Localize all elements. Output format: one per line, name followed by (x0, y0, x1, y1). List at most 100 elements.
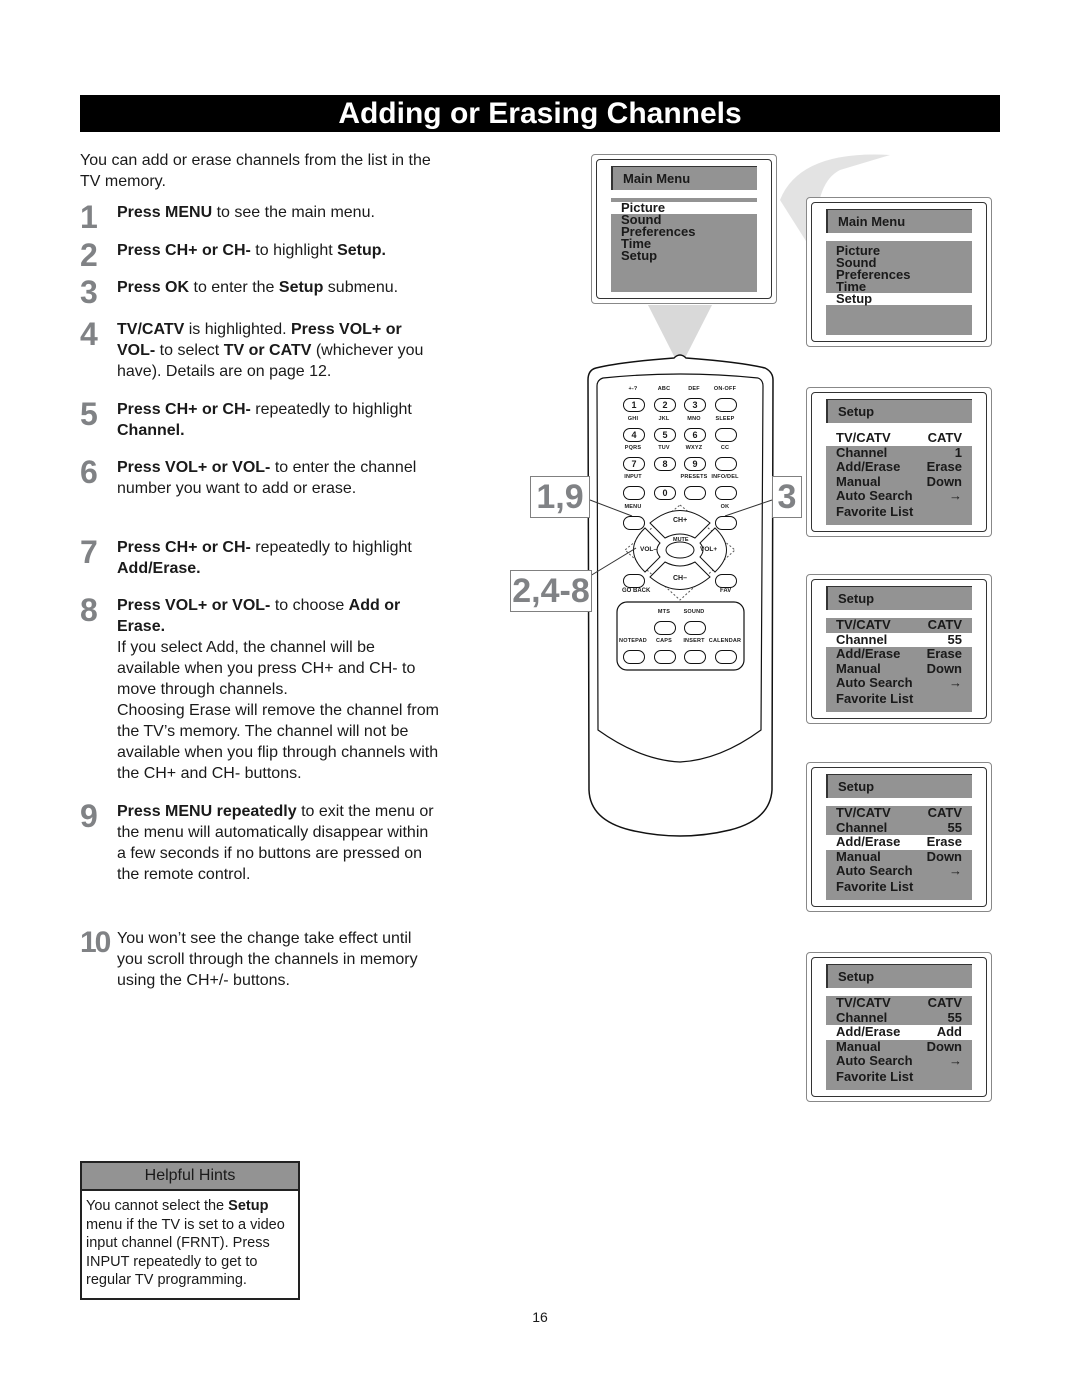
menu-item[interactable]: TV/CATV CATV (826, 995, 972, 1011)
tv-menu-screen: Main Menu Picture Sound Preferences Time Setu… (806, 197, 992, 347)
menu-item-value: Erase (926, 459, 962, 474)
go-back-button[interactable] (623, 574, 645, 588)
menu-item[interactable]: TV/CATV CATV (826, 805, 972, 821)
keypad-button[interactable] (715, 428, 737, 442)
keypad-button[interactable]: 7 (623, 457, 645, 471)
keypad-button[interactable]: 3 (684, 398, 706, 412)
menu-item-value: Down (926, 660, 962, 676)
function-button[interactable] (684, 650, 706, 664)
tv-menu-screen: Setup TV/CATV CATV Channel 55 Add/Erase Erase M… (806, 574, 992, 724)
menu-item-value: Add (936, 1024, 962, 1039)
function-button[interactable] (715, 650, 737, 664)
menu-item[interactable]: Channel 55 (826, 819, 972, 836)
button-caption: ON-OFF (713, 386, 737, 392)
menu-item[interactable]: Add/Erase Erase (826, 834, 972, 850)
keypad-button[interactable] (715, 398, 737, 412)
keypad-button[interactable] (715, 457, 737, 471)
menu-item[interactable]: Favorite List (826, 1069, 972, 1085)
screen-frame: Setup TV/CATV CATV Channel 1 Add/Erase Erase Ma… (811, 392, 987, 532)
keypad-button[interactable]: 8 (654, 457, 676, 471)
menu-item[interactable]: Add/Erase Erase (826, 646, 972, 662)
menu-item[interactable]: Favorite List (826, 878, 972, 895)
menu-item-value: CATV (927, 995, 962, 1010)
menu-item-label: TV/CATV (836, 430, 891, 445)
menu-item[interactable]: Setup (826, 291, 972, 306)
screen-frame: Main Menu Picture Sound Preferences Time Setu… (596, 159, 772, 299)
menu-button[interactable] (623, 516, 645, 530)
ok-button[interactable] (715, 516, 737, 530)
screen-frame: Setup TV/CATV CATV Channel 55 Add/Erase Add Man… (811, 957, 987, 1097)
menu-item[interactable]: TV/CATV CATV (826, 430, 972, 446)
menu-item-value: 1 (954, 444, 962, 460)
menu-item-label: Add/Erase (836, 459, 901, 474)
tv-menu-screen: Setup TV/CATV CATV Channel 55 Add/Erase Erase M… (806, 762, 992, 912)
menu-item-label: Channel (836, 1009, 888, 1025)
menu-title: Setup (826, 586, 972, 610)
menu-item[interactable]: Add/Erase Add (826, 1024, 972, 1040)
menu-item-value: → (949, 675, 962, 690)
button-caption: CALENDAR (708, 638, 742, 644)
menu-item[interactable]: Auto Search → (826, 1053, 972, 1069)
menu-item[interactable]: Channel 1 (826, 444, 972, 461)
keypad-button[interactable]: 5 (654, 428, 676, 442)
screen-frame: Main Menu Picture Sound Preferences Time Setu… (811, 202, 987, 342)
function-button[interactable] (623, 650, 645, 664)
menu-item[interactable]: Auto Search → (826, 488, 972, 504)
mute-button: MUTE (673, 537, 689, 543)
tv-menu-screen: Setup TV/CATV CATV Channel 1 Add/Erase Erase Ma… (806, 387, 992, 537)
menu-item-label: TV/CATV (836, 805, 891, 820)
menu-list: TV/CATV CATV Channel 55 Add/Erase Erase Manual… (826, 617, 972, 712)
button-caption: SOUND (683, 609, 705, 615)
menu-item-label: Channel (836, 819, 888, 835)
keypad-button[interactable] (623, 486, 645, 500)
function-button[interactable] (654, 650, 676, 664)
menu-item-label: TV/CATV (836, 617, 891, 632)
menu-item[interactable]: Add/Erase Erase (826, 459, 972, 475)
screen-frame: Setup TV/CATV CATV Channel 55 Add/Erase Erase M… (811, 767, 987, 907)
menu-item[interactable]: Manual Down (826, 660, 972, 677)
menu-item-label: Auto Search (836, 863, 913, 878)
menu-item[interactable]: TV/CATV CATV (826, 617, 972, 633)
menu-item-label: Channel (836, 444, 888, 460)
menu-item-value: Erase (926, 646, 962, 661)
fav-button[interactable] (715, 574, 737, 588)
menu-title: Setup (826, 399, 972, 423)
function-button[interactable] (684, 621, 706, 635)
menu-item[interactable]: Manual Down (826, 474, 972, 490)
menu-item-label: Favorite List (836, 878, 914, 894)
menu-item-label: Manual (836, 1038, 881, 1054)
menu-list: TV/CATV CATV Channel 55 Add/Erase Erase Manual… (826, 805, 972, 900)
menu-list: Picture Sound Preferences Time Setup (611, 198, 757, 292)
menu-item-label: Setup (836, 291, 873, 306)
keypad-button[interactable] (715, 486, 737, 500)
keypad-button[interactable]: 0 (654, 486, 676, 500)
keypad-button[interactable]: 1 (623, 398, 645, 412)
keypad-button[interactable]: 2 (654, 398, 676, 412)
menu-item[interactable]: Manual Down (826, 849, 972, 865)
menu-item-label: Auto Search (836, 1053, 913, 1068)
menu-item[interactable]: Setup (611, 249, 757, 262)
keypad-button[interactable] (684, 486, 706, 500)
menu-item[interactable]: Auto Search → (826, 863, 972, 879)
button-caption: MENU (624, 504, 642, 510)
go-back-label: GO BACK (622, 588, 651, 594)
menu-item[interactable]: Favorite List (826, 691, 972, 707)
menu-item-label: Favorite List (836, 503, 914, 519)
menu-item-value: CATV (927, 805, 962, 820)
keypad-button[interactable]: 6 (684, 428, 706, 442)
menu-item[interactable]: Auto Search → (826, 675, 972, 691)
menu-item[interactable]: Favorite List (826, 503, 972, 520)
button-caption: INFO/DEL (711, 474, 739, 480)
menu-item-label: Add/Erase (836, 834, 901, 849)
function-button[interactable] (654, 621, 676, 635)
menu-item[interactable]: Channel 55 (826, 1009, 972, 1026)
menu-item[interactable]: Channel 55 (826, 632, 972, 647)
button-caption: CC (720, 445, 730, 451)
menu-item-value: 55 (947, 819, 962, 835)
menu-title: Setup (826, 964, 972, 988)
keypad-button[interactable]: 4 (623, 428, 645, 442)
menu-item[interactable]: Manual Down (826, 1038, 972, 1055)
menu-item-label: TV/CATV (836, 995, 891, 1010)
keypad-button[interactable]: 9 (684, 457, 706, 471)
menu-list: Picture Sound Preferences Time Setup (826, 241, 972, 335)
